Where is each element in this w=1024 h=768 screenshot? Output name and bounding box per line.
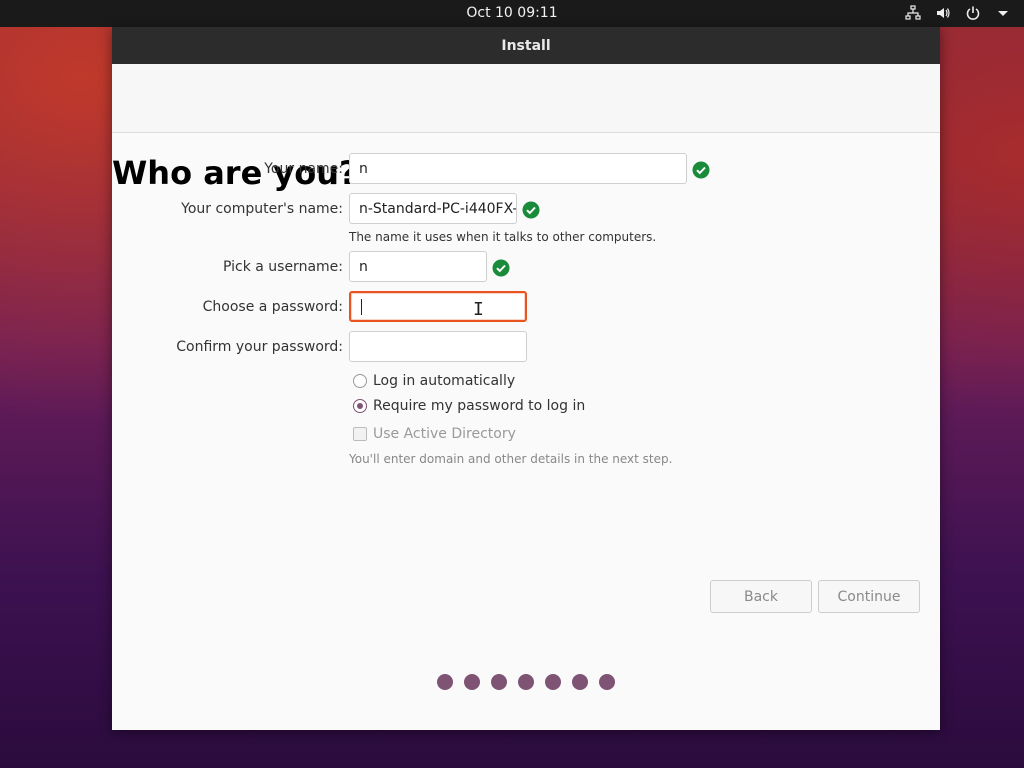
require-password-label: Require my password to log in [373, 398, 586, 414]
continue-button[interactable]: Continue [818, 580, 920, 613]
clock[interactable]: Oct 10 09:11 [0, 5, 1024, 21]
confirm-password-input[interactable] [349, 331, 527, 362]
text-caret [361, 298, 362, 315]
progress-dot [437, 674, 453, 690]
username-label: Pick a username: [222, 259, 343, 275]
check-icon [522, 201, 540, 219]
confirm-password-label: Confirm your password: [176, 339, 343, 355]
check-icon [692, 161, 710, 179]
volume-icon[interactable] [934, 4, 952, 22]
login-automatically-label: Log in automatically [373, 373, 516, 389]
installer-window: Install Who are you? Your name: n Your c… [112, 27, 940, 730]
checkbox [353, 427, 367, 441]
radio-button[interactable] [353, 374, 367, 388]
radio-button-selected[interactable] [353, 399, 367, 413]
progress-dot [518, 674, 534, 690]
your-name-value: n [359, 160, 368, 177]
computer-name-value: n-Standard-PC-i440FX- [359, 200, 517, 217]
progress-dot [572, 674, 588, 690]
computer-name-hint: The name it uses when it talks to other … [349, 230, 657, 244]
network-icon[interactable] [904, 4, 922, 22]
window-title[interactable]: Install [112, 27, 940, 64]
progress-dots [437, 674, 615, 690]
username-input[interactable]: n [349, 251, 487, 282]
page-header [112, 64, 940, 133]
power-icon[interactable] [964, 4, 982, 22]
progress-dot [464, 674, 480, 690]
menu-arrow-icon[interactable] [994, 4, 1012, 22]
your-name-input[interactable]: n [349, 153, 687, 184]
your-name-label: Your name: [264, 161, 343, 177]
active-directory-hint: You'll enter domain and other details in… [349, 452, 673, 466]
active-directory-option: Use Active Directory [353, 426, 516, 442]
active-directory-label: Use Active Directory [373, 426, 516, 442]
computer-name-input[interactable]: n-Standard-PC-i440FX- [349, 193, 517, 224]
login-automatically-option[interactable]: Log in automatically [353, 373, 515, 389]
progress-dot [599, 674, 615, 690]
progress-dot [491, 674, 507, 690]
top-bar: Oct 10 09:11 [0, 0, 1024, 27]
back-button[interactable]: Back [710, 580, 812, 613]
ibeam-cursor-icon: I [473, 299, 484, 320]
system-tray[interactable] [904, 4, 1012, 22]
username-value: n [359, 258, 368, 275]
password-label: Choose a password: [202, 299, 343, 315]
progress-dot [545, 674, 561, 690]
computer-name-label: Your computer's name: [181, 201, 343, 217]
require-password-option[interactable]: Require my password to log in [353, 398, 585, 414]
password-input[interactable] [349, 291, 527, 322]
check-icon [492, 259, 510, 277]
